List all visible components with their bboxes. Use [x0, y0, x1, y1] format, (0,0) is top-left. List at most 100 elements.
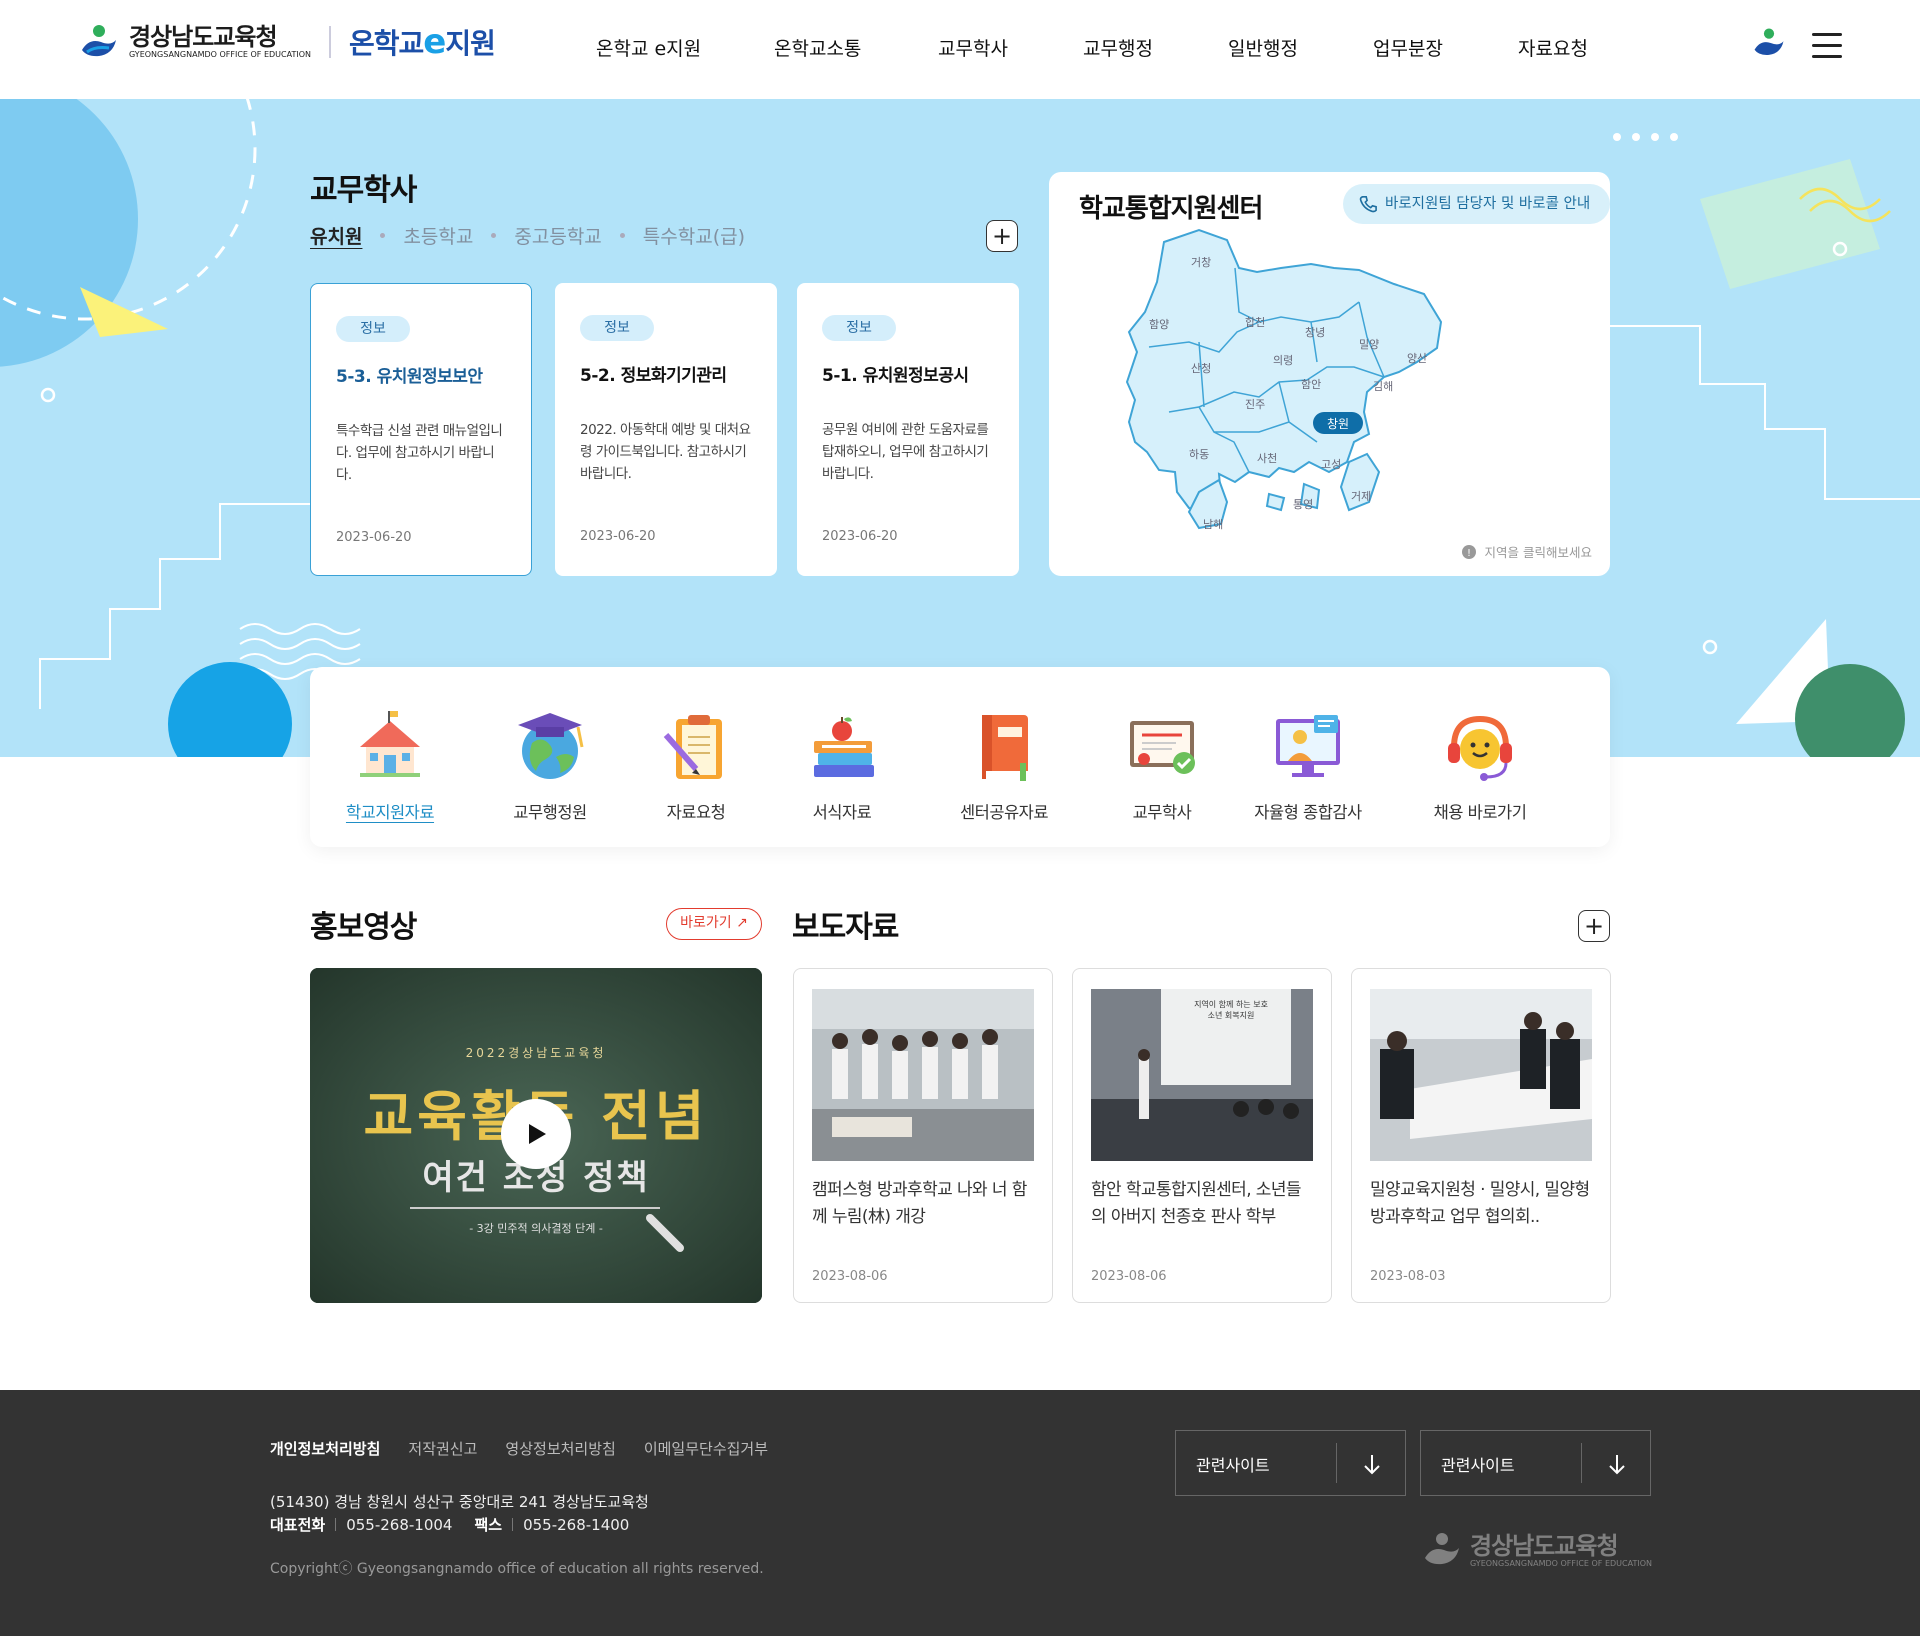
site-logo[interactable]: 경상남도교육청 GYEONGSANGNAMDO OFFICE OF EDUCAT… — [79, 22, 496, 62]
logo-subtitle: GYEONGSANGNAMDO OFFICE OF EDUCATION — [129, 50, 311, 59]
press-date: 2023-08-06 — [1091, 1269, 1167, 1284]
svg-text:창원: 창원 — [1327, 417, 1349, 431]
svg-text:거창: 거창 — [1191, 256, 1211, 269]
press-photo — [1370, 989, 1592, 1161]
nav-item[interactable]: 일반행정 — [1228, 34, 1298, 61]
card-description: 특수학급 신설 관련 매뉴얼입니다. 업무에 참고하시기 바랍니다. — [336, 423, 503, 483]
promo-go-button[interactable]: 바로가기 ↗ — [666, 908, 762, 940]
arrow-down-icon — [1364, 1455, 1380, 1475]
press-more-button[interactable]: + — [1578, 910, 1610, 942]
slide-text: 지역이 함께 하는 보호소년 회복지원 — [1194, 1000, 1268, 1020]
school-icon — [350, 707, 430, 787]
gyeongnam-map[interactable]: 거창함양 합천 창녕밀양양산 산청의령함안 김해진주하동 사천 고성거제 통영남해 … — [1049, 172, 1610, 576]
press-date: 2023-08-06 — [812, 1269, 888, 1284]
card-title: 5-1. 유치원정보공시 — [822, 366, 969, 386]
promo-title: 홍보영상 — [310, 910, 417, 945]
nav-item[interactable]: 업무분장 — [1373, 34, 1443, 61]
quick-link-label: 자료요청 — [666, 803, 726, 822]
press-card[interactable]: 지역이 함께 하는 보호소년 회복지원 함안 학교통합지원센터, 소년들의 아버… — [1072, 968, 1332, 1303]
menu-icon[interactable] — [1812, 31, 1842, 59]
svg-text:거제: 거제 — [1351, 490, 1371, 503]
school-level-tabs: 유치원 초등학교 중고등학교 특수학교(급) — [310, 222, 763, 249]
academic-more-button[interactable]: + — [986, 220, 1018, 252]
books-apple-icon — [802, 707, 882, 787]
nav-item[interactable]: 교무학사 — [938, 34, 1008, 61]
svg-text:산청: 산청 — [1191, 362, 1211, 375]
svg-text:!: ! — [1467, 548, 1471, 559]
quick-link-label: 센터공유자료 — [959, 803, 1049, 822]
tab-elementary[interactable]: 초등학교 — [403, 222, 473, 249]
nav-item[interactable]: 교무행정 — [1083, 34, 1153, 61]
tab-secondary[interactable]: 중고등학교 — [514, 222, 601, 249]
academic-card[interactable]: 정보 5-3. 유치원정보보안 특수학급 신설 관련 매뉴얼입니다. 업무에 참… — [310, 283, 532, 576]
play-icon[interactable] — [501, 1099, 571, 1169]
promo-video[interactable]: 2022경상남도교육청 교육활동 전념 여건 조성 정책 - 3강 민주적 의사… — [310, 968, 762, 1303]
svg-text:하동: 하동 — [1189, 447, 1209, 461]
press-card[interactable]: 밀양교육지원청 · 밀양시, 밀양형 방과후학교 업무 협의회.. 2023-0… — [1351, 968, 1611, 1303]
quick-link-label: 자율형 종합감사 — [1254, 803, 1362, 822]
notebook-icon — [964, 707, 1044, 787]
footer-link-cctv[interactable]: 영상정보처리방침 — [505, 1438, 615, 1459]
card-badge: 정보 — [822, 315, 896, 341]
tab-kindergarten[interactable]: 유치원 — [310, 222, 362, 249]
gne-home-icon[interactable] — [1752, 26, 1786, 64]
quick-link-center-shared[interactable]: 센터공유자료 — [934, 707, 1074, 823]
nav-item[interactable]: 온학교소통 — [774, 34, 861, 61]
academic-card[interactable]: 정보 5-1. 유치원정보공시 공무원 여비에 관한 도움자료를 탑재하오니, … — [797, 283, 1019, 576]
tab-special[interactable]: 특수학교(급) — [643, 222, 745, 249]
gne-logo-icon — [1425, 1533, 1459, 1565]
academic-card[interactable]: 정보 5-2. 정보화기기관리 2022. 아동학대 예방 및 대처요령 가이드… — [555, 283, 777, 576]
press-title-text: 밀양교육지원청 · 밀양시, 밀양형 방과후학교 업무 협의회.. — [1370, 1180, 1590, 1227]
card-badge: 정보 — [580, 315, 654, 341]
nav-item[interactable]: 온학교 e지원 — [596, 34, 701, 61]
quick-link-audit[interactable]: 자율형 종합감사 — [1238, 707, 1378, 823]
svg-text:사천: 사천 — [1257, 451, 1277, 465]
footer-links: 개인정보처리방침 저작권신고 영상정보처리방침 이메일무단수집거부 — [270, 1438, 768, 1459]
related-site-select[interactable]: 관련사이트 — [1420, 1430, 1651, 1496]
quick-link-data-request[interactable]: 자료요청 — [626, 707, 766, 823]
svg-text:김해: 김해 — [1373, 379, 1393, 393]
gne-logo-icon — [79, 22, 119, 62]
card-date: 2023-06-20 — [580, 529, 656, 544]
press-card[interactable]: 캠퍼스형 방과후학교 나와 너 함께 누림(林) 개강 2023-08-06 — [793, 968, 1053, 1303]
quick-link-school-support[interactable]: 학교지원자료 — [320, 707, 460, 823]
footer-link-privacy[interactable]: 개인정보처리방침 — [270, 1438, 380, 1459]
certificate-icon — [1122, 707, 1202, 787]
arrow-down-icon — [1609, 1455, 1625, 1475]
svg-text:남해: 남해 — [1203, 517, 1223, 531]
map-hint: 지역을 클릭해보세요 — [1484, 545, 1592, 560]
svg-text:고성: 고성 — [1321, 458, 1341, 471]
press-photo — [812, 989, 1034, 1161]
site-footer: 개인정보처리방침 저작권신고 영상정보처리방침 이메일무단수집거부 (51430… — [0, 1390, 1920, 1636]
svg-text:양산: 양산 — [1407, 352, 1427, 365]
footer-logo: 경상남도교육청 GYEONGSANGNAMDO OFFICE OF EDUCAT… — [1422, 1530, 1652, 1570]
footer-fax: 055-268-1400 — [523, 1515, 630, 1534]
quick-link-admin[interactable]: 교무행정원 — [480, 707, 620, 823]
logo-divider — [328, 26, 331, 58]
footer-link-email[interactable]: 이메일무단수집거부 — [644, 1438, 768, 1459]
headset-icon — [1440, 707, 1520, 787]
support-center-map: 학교통합지원센터 바로지원팀 담당자 및 바로콜 안내 거창 함양 합천 창녕 밀양 양… — [1049, 172, 1610, 576]
svg-text:진주: 진주 — [1245, 398, 1265, 411]
related-site-select[interactable]: 관련사이트 — [1175, 1430, 1406, 1496]
svg-text:통영: 통영 — [1293, 498, 1313, 511]
footer-address: (51430) 경남 창원시 성산구 중앙대로 241 경상남도교육청 — [270, 1493, 649, 1511]
card-title: 5-3. 유치원정보보안 — [336, 367, 483, 387]
footer-phone: 055-268-1004 — [346, 1515, 453, 1534]
quick-link-label: 채용 바로가기 — [1433, 803, 1527, 822]
quick-link-label: 교무행정원 — [513, 803, 587, 822]
svg-text:함안: 함안 — [1301, 378, 1321, 391]
quick-link-forms[interactable]: 서식자료 — [772, 707, 912, 823]
footer-link-copyright[interactable]: 저작권신고 — [408, 1438, 477, 1459]
svg-text:함양: 함양 — [1149, 318, 1169, 331]
clipboard-pencil-icon — [656, 707, 736, 787]
quick-link-label: 교무학사 — [1132, 803, 1192, 822]
quick-link-academic[interactable]: 교무학사 — [1092, 707, 1232, 823]
card-date: 2023-06-20 — [822, 529, 898, 544]
card-badge: 정보 — [336, 316, 410, 342]
globe-graduation-icon — [510, 707, 590, 787]
quick-link-recruit[interactable]: 채용 바로가기 — [1410, 707, 1550, 823]
academic-title: 교무학사 — [310, 173, 417, 208]
nav-item[interactable]: 자료요청 — [1518, 34, 1588, 61]
video-top-text: 2022경상남도교육청 — [465, 1046, 607, 1060]
